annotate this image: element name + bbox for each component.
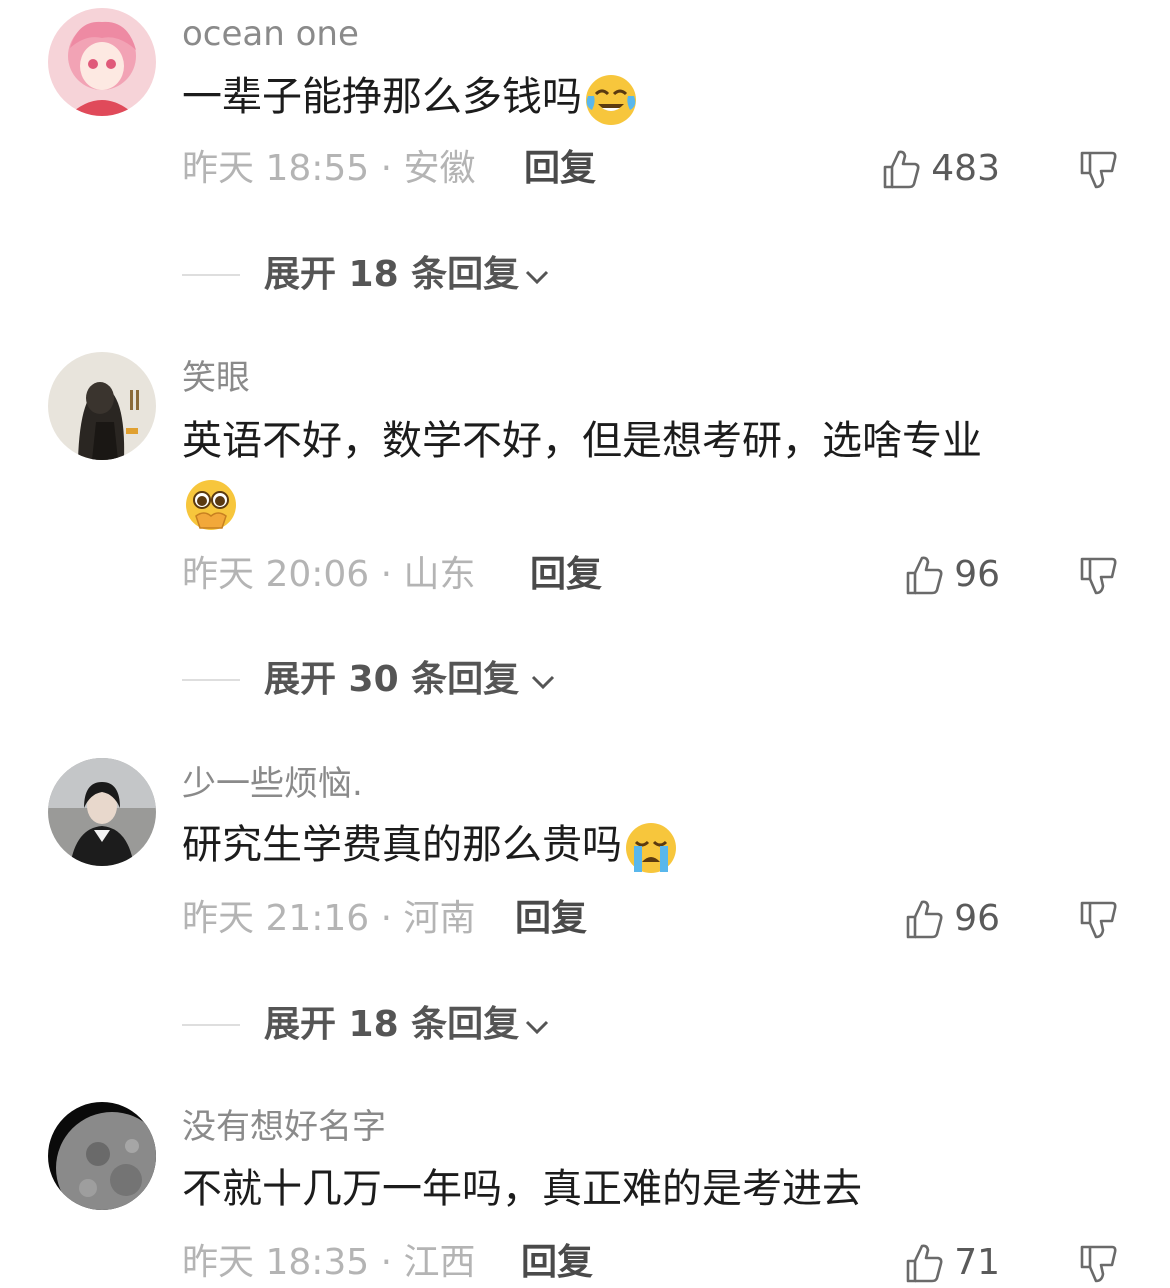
username[interactable]: ocean one — [182, 14, 359, 54]
thumbs-down-icon[interactable] — [1076, 1241, 1120, 1285]
time-location: 昨天 20:06 · 山东 — [182, 554, 476, 595]
expand-replies-label: 展开 18 条回复 — [264, 1004, 520, 1045]
avatar[interactable] — [48, 8, 156, 116]
comment-text-body: 英语不好，数学不好，但是想考研，选啥专业 — [182, 418, 982, 464]
reply-button[interactable]: 回复 — [515, 894, 587, 944]
like-count: 96 — [954, 898, 1000, 939]
username[interactable]: 少一些烦恼. — [182, 764, 363, 804]
like-button[interactable]: 483 — [879, 144, 1000, 194]
chevron-down-icon — [525, 270, 549, 285]
time-location: 昨天 18:35 · 江西 — [182, 1242, 476, 1283]
reply-button[interactable]: 回复 — [530, 550, 602, 600]
thumbs-up-icon — [906, 1244, 943, 1283]
time-location: 昨天 18:55 · 安徽 — [182, 148, 476, 189]
comment-meta: 昨天 21:16 · 河南 回复 96 — [0, 894, 1170, 944]
comment-text-body: 不就十几万一年吗，真正难的是考进去 — [182, 1166, 862, 1212]
username[interactable]: 笑眼 — [182, 358, 250, 398]
comment-text: 不就十几万一年吗，真正难的是考进去 — [182, 1158, 1102, 1220]
tears-of-joy-emoji — [582, 70, 640, 128]
thumbs-down-icon[interactable] — [1076, 897, 1120, 941]
comment-text-body: 一辈子能挣那么多钱吗 — [182, 74, 582, 120]
avatar[interactable] — [48, 758, 156, 866]
avatar[interactable] — [48, 352, 156, 460]
time-location: 昨天 21:16 · 河南 — [182, 898, 476, 939]
expand-replies[interactable]: 展开 30 条回复 — [0, 655, 1170, 705]
comment-text: 一辈子能挣那么多钱吗 — [182, 66, 1102, 128]
comment-meta: 昨天 18:55 · 安徽 回复 483 — [0, 144, 1170, 194]
thumbs-down-icon[interactable] — [1076, 147, 1120, 191]
divider — [182, 274, 240, 276]
like-count: 71 — [954, 1242, 1000, 1283]
comment-text: 英语不好，数学不好，但是想考研，选啥专业 — [182, 410, 1102, 534]
like-count: 483 — [931, 148, 1000, 189]
comment-text: 研究生学费真的那么贵吗 — [182, 814, 1102, 876]
comment-meta: 昨天 20:06 · 山东 回复 96 — [0, 550, 1170, 600]
avatar[interactable] — [48, 1102, 156, 1210]
thumbs-up-icon — [906, 556, 943, 595]
like-count: 96 — [954, 554, 1000, 595]
expand-replies-label: 展开 30 条回复 — [264, 659, 520, 700]
username[interactable]: 没有想好名字 — [182, 1107, 386, 1147]
divider — [182, 1024, 240, 1026]
thumbs-down-icon[interactable] — [1076, 553, 1120, 597]
expand-replies-label: 展开 18 条回复 — [264, 254, 520, 295]
crying-face-emoji — [622, 818, 680, 876]
like-button[interactable]: 96 — [902, 550, 1000, 600]
comment-meta: 昨天 18:35 · 江西 回复 71 — [0, 1238, 1170, 1288]
chevron-down-icon — [531, 675, 555, 690]
like-button[interactable]: 96 — [902, 894, 1000, 944]
reply-button[interactable]: 回复 — [524, 144, 596, 194]
pleading-face-emoji — [182, 476, 240, 534]
like-button[interactable]: 71 — [902, 1238, 1000, 1288]
thumbs-up-icon — [906, 900, 943, 939]
reply-button[interactable]: 回复 — [521, 1238, 593, 1288]
chevron-down-icon — [525, 1020, 549, 1035]
expand-replies[interactable]: 展开 18 条回复 — [0, 1000, 1170, 1050]
expand-replies[interactable]: 展开 18 条回复 — [0, 250, 1170, 300]
comment-text-body: 研究生学费真的那么贵吗 — [182, 822, 622, 868]
divider — [182, 679, 240, 681]
thumbs-up-icon — [883, 150, 920, 189]
